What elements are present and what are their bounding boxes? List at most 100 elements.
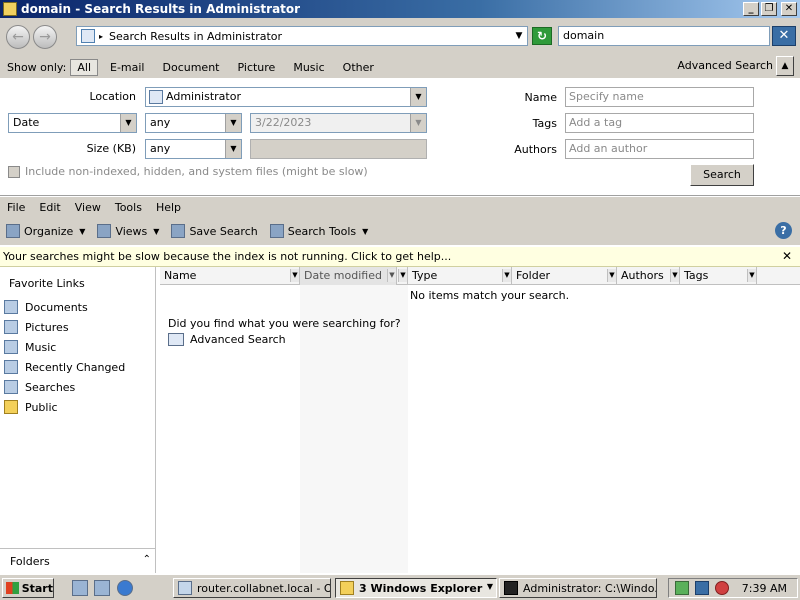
column-tags[interactable]: Tags ▼ [680,267,757,285]
network-icon[interactable] [695,581,709,595]
search-tools-button[interactable]: Search Tools ▼ [264,224,375,238]
search-tools-icon [269,224,284,238]
folder-icon [3,2,17,16]
date-operator-select[interactable]: any ▼ [145,113,242,133]
filter-music[interactable]: Music [287,60,330,75]
name-field[interactable]: Specify name [565,87,754,107]
nav-item-pictures[interactable]: Pictures [4,320,69,334]
minimize-button[interactable]: _ [743,2,759,16]
column-dropdown-icon[interactable]: ▼ [290,269,299,282]
column-name[interactable]: Name ▼ [160,267,300,285]
search-folder-icon [81,29,95,43]
nav-item-music[interactable]: Music [4,340,56,354]
column-label: Date modified [304,269,382,282]
menu-view[interactable]: View [68,201,108,214]
authors-field[interactable]: Add an author [565,139,754,159]
column-dropdown-icon[interactable]: ▼ [670,269,679,282]
info-bar-message[interactable]: Your searches might be slow because the … [3,250,451,263]
security-icon[interactable] [675,581,689,595]
date-field-select[interactable]: Date ▼ [8,113,137,133]
filter-email[interactable]: E-mail [104,60,151,75]
favorite-links-title: Favorite Links [9,277,85,290]
recently-changed-icon [4,360,18,374]
organize-button[interactable]: Organize ▼ [0,224,91,238]
nav-item-documents[interactable]: Documents [4,300,88,314]
filter-other[interactable]: Other [337,60,380,75]
nav-item-label: Documents [25,300,88,314]
organize-label: Organize [24,224,74,238]
size-value-field[interactable] [250,139,427,159]
advanced-search-link[interactable]: Advanced Search [677,59,773,72]
taskbar-button-browser[interactable]: router.collabnet.local - O... [173,578,331,598]
column-dropdown-icon[interactable]: ▼ [387,269,396,282]
chevron-up-icon: ⌃ [142,554,151,565]
folders-label: Folders [10,554,50,568]
close-info-bar-icon[interactable]: ✕ [782,249,792,263]
collapse-advanced-button[interactable]: ▲ [776,56,794,76]
menu-file[interactable]: File [0,201,32,214]
show-desktop-icon[interactable] [72,580,88,596]
search-button[interactable]: Search [690,164,754,186]
address-dropdown-icon[interactable]: ▼ [511,31,527,41]
close-button[interactable]: ✕ [781,2,797,16]
location-select[interactable]: Administrator ▼ [145,87,427,107]
breadcrumb-separator[interactable]: ▸ [99,32,103,41]
save-search-button[interactable]: Save Search [165,224,263,238]
advanced-search-link-label: Advanced Search [190,333,286,346]
authors-label: Authors [514,143,557,156]
filter-picture[interactable]: Picture [232,60,282,75]
save-icon [171,224,186,238]
refresh-button[interactable]: ↻ [532,27,552,45]
tags-field[interactable]: Add a tag [565,113,754,133]
include-nonindexed-row[interactable]: Include non-indexed, hidden, and system … [8,165,368,178]
menu-edit[interactable]: Edit [32,201,67,214]
index-info-bar[interactable]: Your searches might be slow because the … [0,247,800,267]
size-label: Size (KB) [86,142,136,155]
navigation-pane: Favorite Links Documents Pictures Music … [0,267,156,573]
date-value-picker[interactable]: 3/22/2023 ▼ [250,113,427,133]
filter-all[interactable]: All [70,58,98,76]
views-button[interactable]: Views ▼ [91,224,165,238]
column-label: Type [412,269,438,282]
column-dropdown-icon[interactable]: ▼ [607,269,616,282]
column-dropdown-icon[interactable]: ▼ [747,269,756,282]
advanced-search-panel: Location Administrator ▼ Date ▼ any ▼ 3/… [0,78,800,196]
filter-document[interactable]: Document [157,60,226,75]
column-date-dropdown[interactable]: ▼ [397,267,408,285]
column-authors[interactable]: Authors ▼ [617,267,680,285]
internet-explorer-icon[interactable] [117,580,133,596]
date-value: 3/22/2023 [255,116,312,129]
address-path[interactable]: Search Results in Administrator [109,30,511,43]
start-button[interactable]: Start [2,578,54,598]
taskbar-button-cmd[interactable]: Administrator: C:\Windo... [499,578,657,598]
search-input[interactable]: domain [558,26,770,46]
include-nonindexed-checkbox[interactable] [8,165,20,178]
forward-button[interactable]: → [33,25,57,49]
chevron-down-icon: ▼ [79,226,86,236]
back-button[interactable]: ← [6,25,30,49]
help-icon[interactable]: ? [775,222,792,239]
column-folder[interactable]: Folder ▼ [512,267,617,285]
column-date-modified[interactable]: Date modified ▼ [300,267,397,285]
menu-help[interactable]: Help [149,201,188,214]
computer-icon[interactable] [94,580,110,596]
location-label: Location [89,90,136,103]
nav-item-label: Public [25,400,58,414]
size-operator-select[interactable]: any ▼ [145,139,242,159]
menu-tools[interactable]: Tools [108,201,149,214]
column-dropdown-icon[interactable]: ▼ [502,269,511,282]
nav-item-recently-changed[interactable]: Recently Changed [4,360,125,374]
clear-search-button[interactable]: ✕ [772,26,796,46]
address-bar[interactable]: ▸ Search Results in Administrator ▼ [76,26,528,46]
nav-item-searches[interactable]: Searches [4,380,75,394]
taskbar: Start router.collabnet.local - O... 3 Wi… [0,574,800,600]
column-type[interactable]: Type ▼ [408,267,512,285]
nav-item-public[interactable]: Public [4,400,58,414]
clock[interactable]: 7:39 AM [742,582,787,595]
advanced-search-content-link[interactable]: Advanced Search [168,333,286,346]
column-dropdown-icon[interactable]: ▼ [398,269,407,282]
taskbar-button-explorer[interactable]: 3 Windows Explorer ▼ [335,578,497,598]
folders-toggle[interactable]: Folders ⌃ [0,548,156,573]
volume-muted-icon[interactable] [715,581,729,595]
restore-button[interactable]: ❐ [761,2,777,16]
